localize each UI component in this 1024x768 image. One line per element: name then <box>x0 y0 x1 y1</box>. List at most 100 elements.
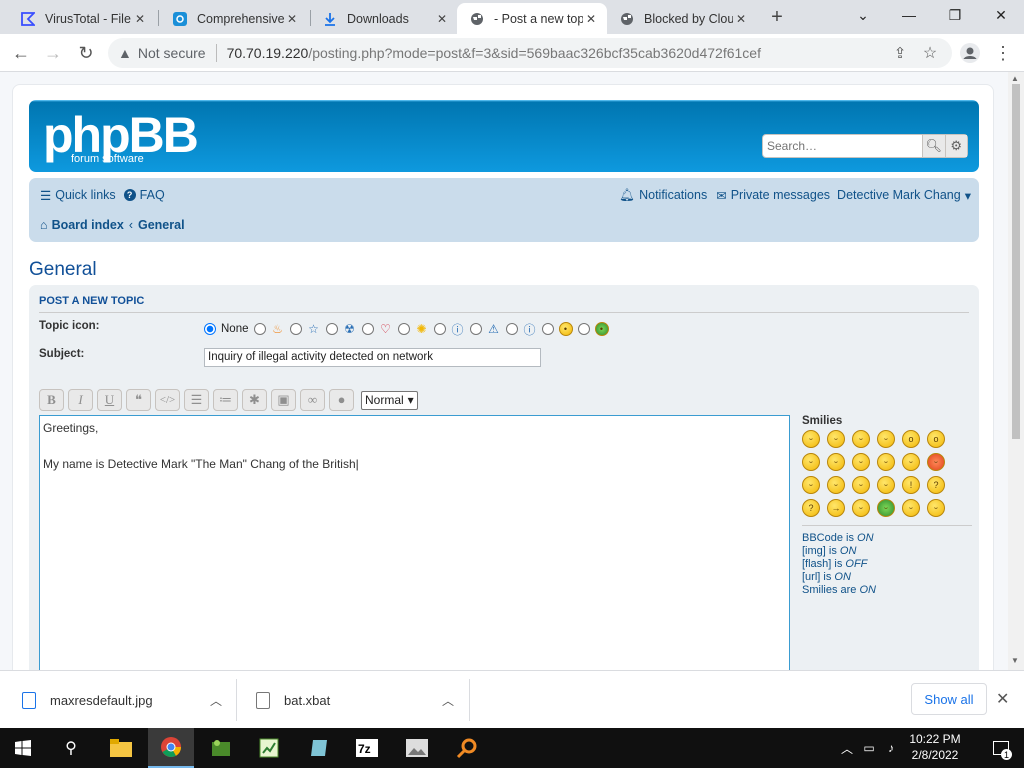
smiley-icon[interactable]: ? <box>802 499 820 517</box>
download-item[interactable]: bat.xbat ︿ <box>256 671 454 729</box>
app-icon[interactable] <box>198 728 244 768</box>
tab-post-new-topic[interactable]: - Post a new top ✕ <box>457 3 607 34</box>
warning-icon[interactable]: ▲ <box>118 45 132 61</box>
list-item-button[interactable]: ✱ <box>242 389 267 411</box>
smiley-icon[interactable]: ᵕ <box>927 499 945 517</box>
topic-icon-surprised[interactable]: • <box>541 322 573 336</box>
breadcrumb-general[interactable]: General <box>138 218 185 232</box>
topic-icon-none[interactable]: None <box>204 323 249 335</box>
smiley-icon[interactable]: ᵕ <box>902 499 920 517</box>
image-viewer-icon[interactable] <box>394 728 440 768</box>
italic-button[interactable]: I <box>68 389 93 411</box>
tab-blocked[interactable]: Blocked by Clou ✕ <box>607 3 757 34</box>
minimize-button[interactable]: — <box>886 0 932 30</box>
reload-button[interactable]: ↻ <box>73 40 99 66</box>
share-icon[interactable]: ⇪ <box>887 40 913 66</box>
ordered-list-button[interactable]: ≔ <box>213 389 238 411</box>
smiley-icon[interactable]: o <box>902 430 920 448</box>
tab-comprehensive[interactable]: Comprehensive ✕ <box>160 3 308 34</box>
forum-title[interactable]: General <box>29 259 97 281</box>
chevron-up-icon[interactable]: ︿ <box>210 692 222 709</box>
smiley-icon[interactable]: ᵕ <box>802 453 820 471</box>
smiley-icon[interactable]: ? <box>927 476 945 494</box>
bookmark-star-icon[interactable]: ☆ <box>917 40 943 66</box>
topic-icon-heart[interactable]: ♡ <box>361 322 393 336</box>
url-text[interactable]: 70.70.19.220/posting.php?mode=post&f=3&s… <box>227 45 761 61</box>
close-icon[interactable]: ✕ <box>733 11 749 27</box>
topic-icon-grin[interactable]: • <box>577 322 609 336</box>
subject-input[interactable]: Inquiry of illegal activity detected on … <box>204 348 541 367</box>
topic-icon-question[interactable]: ⓘ <box>433 322 465 337</box>
topic-icon-info[interactable]: ⓘ <box>505 322 537 337</box>
profile-avatar[interactable] <box>957 40 983 66</box>
close-icon[interactable]: ✕ <box>132 11 148 27</box>
chevron-up-icon[interactable]: ︿ <box>442 692 454 709</box>
quote-button[interactable]: ❝ <box>126 389 151 411</box>
search-icon[interactable]: 🔍︎ <box>922 135 945 157</box>
chart-app-icon[interactable] <box>246 728 292 768</box>
smiley-icon[interactable]: ᵕ <box>852 453 870 471</box>
smiley-icon[interactable]: ᵕ <box>802 430 820 448</box>
file-explorer-icon[interactable] <box>98 728 144 768</box>
topic-icon-star[interactable]: ☆ <box>289 322 321 336</box>
7zip-icon[interactable]: 7z <box>344 728 390 768</box>
smiley-icon[interactable]: ᵕ <box>877 499 895 517</box>
list-button[interactable]: ☰ <box>184 389 209 411</box>
search-icon[interactable]: ⚲ <box>48 728 94 768</box>
page-scrollbar[interactable]: ▲ ▼ <box>1008 72 1024 670</box>
scrollbar-thumb[interactable] <box>1012 84 1020 439</box>
search-tool-icon[interactable] <box>444 728 490 768</box>
smiley-icon[interactable]: ᵕ <box>877 476 895 494</box>
smiley-icon[interactable]: ! <box>902 476 920 494</box>
tab-virustotal[interactable]: VirusTotal - File ✕ <box>8 3 156 34</box>
smiley-icon[interactable]: ᵕ <box>877 453 895 471</box>
font-size-select[interactable]: Normal ▾ <box>361 390 418 410</box>
smiley-icon[interactable]: ᵕ <box>852 430 870 448</box>
topic-icon-radioactive[interactable]: ☢ <box>325 322 357 336</box>
topic-icon-fire[interactable]: ♨ <box>253 322 285 336</box>
smiley-icon[interactable]: ᵕ <box>827 453 845 471</box>
board-index-link[interactable]: ⌂ Board index <box>40 218 124 232</box>
user-menu[interactable]: Detective Mark Chang ▾ <box>837 188 971 203</box>
smiley-icon[interactable]: → <box>827 499 845 517</box>
address-bar[interactable]: ▲ Not secure 70.70.19.220/posting.php?mo… <box>108 38 952 68</box>
tab-search-icon[interactable]: ⌄ <box>840 0 886 30</box>
app-icon[interactable] <box>296 728 342 768</box>
restore-button[interactable]: ❐ <box>932 0 978 30</box>
close-icon[interactable]: ✕ <box>284 11 300 27</box>
private-messages-link[interactable]: ✉ Private messages <box>716 188 830 203</box>
system-clock[interactable]: 10:22 PM 2/8/2022 <box>905 731 965 763</box>
back-button[interactable]: ← <box>8 40 34 66</box>
link-button[interactable]: ∞ <box>300 389 325 411</box>
windows-start-icon[interactable] <box>0 728 46 768</box>
not-secure-label[interactable]: Not secure <box>138 45 206 61</box>
topic-icon-warning[interactable]: ⚠ <box>469 322 501 336</box>
smiley-icon[interactable]: ᵕ <box>927 453 945 471</box>
phpbb-logo[interactable]: phpBB forum software <box>43 110 199 165</box>
smiley-icon[interactable]: ᵕ <box>827 430 845 448</box>
smiley-icon[interactable]: o <box>927 430 945 448</box>
gear-icon[interactable]: ⚙ <box>944 135 967 157</box>
smiley-icon[interactable]: ᵕ <box>827 476 845 494</box>
menu-kebab-icon[interactable]: ⋮ <box>990 40 1016 66</box>
underline-button[interactable]: U <box>97 389 122 411</box>
chrome-icon[interactable] <box>148 728 194 768</box>
smiley-icon[interactable]: ᵕ <box>852 476 870 494</box>
smiley-icon[interactable]: ᵕ <box>852 499 870 517</box>
tab-downloads[interactable]: Downloads ✕ <box>310 3 458 34</box>
show-all-button[interactable]: Show all <box>911 683 987 715</box>
quick-links-menu[interactable]: ☰ Quick links <box>40 188 116 203</box>
close-icon[interactable]: ✕ <box>434 11 450 27</box>
network-icon[interactable]: ▭ <box>858 728 880 768</box>
code-button[interactable]: </> <box>155 389 180 411</box>
smiley-icon[interactable]: ᵕ <box>902 453 920 471</box>
download-item[interactable]: maxresdefault.jpg ︿ <box>22 671 222 729</box>
smiley-icon[interactable]: ᵕ <box>877 430 895 448</box>
message-textarea[interactable]: Greetings, My name is Detective Mark "Th… <box>39 415 790 670</box>
volume-muted-icon[interactable]: ♪ <box>880 728 902 768</box>
close-icon[interactable]: ✕ <box>996 689 1009 709</box>
close-icon[interactable]: ✕ <box>583 11 599 27</box>
smiley-icon[interactable]: ᵕ <box>802 476 820 494</box>
faq-link[interactable]: ? FAQ <box>123 188 165 202</box>
close-window-button[interactable]: ✕ <box>978 0 1024 30</box>
